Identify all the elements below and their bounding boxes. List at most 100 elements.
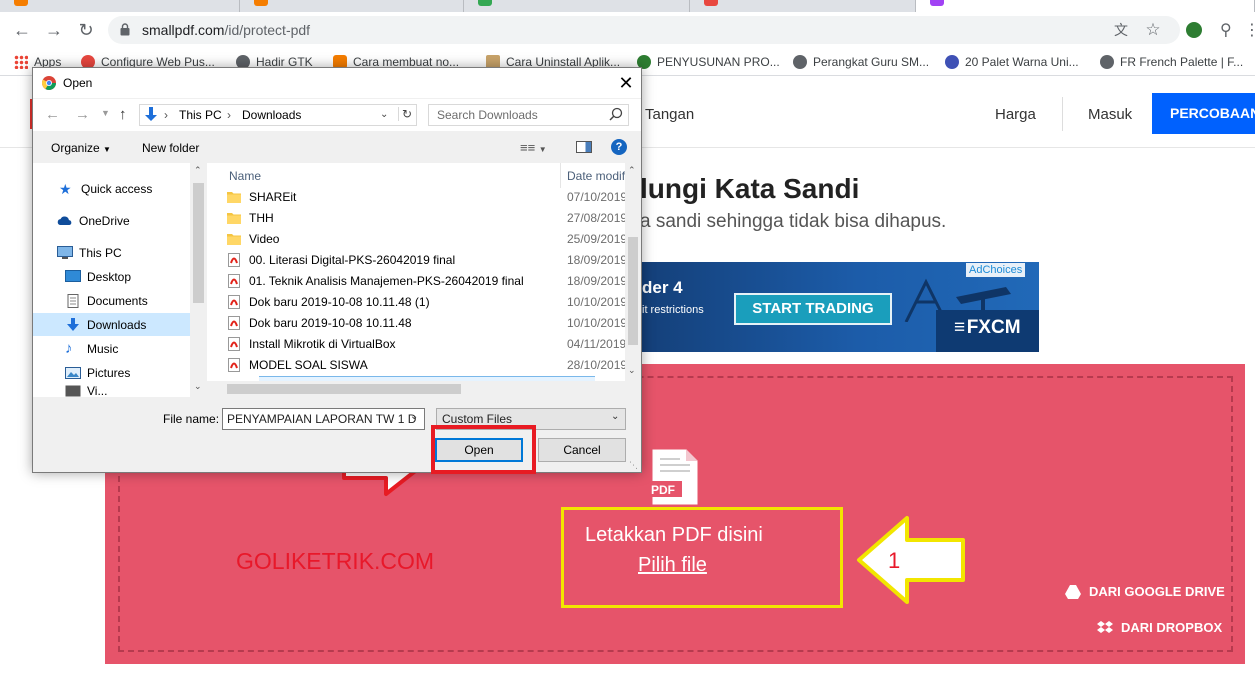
help-icon[interactable]: ? — [611, 139, 627, 155]
bookmark-item[interactable]: Perangkat Guru SM... — [793, 54, 929, 70]
trial-button[interactable]: PERCOBAAN G — [1152, 93, 1255, 134]
google-drive-button[interactable]: DARI GOOGLE DRIVE — [1065, 584, 1225, 599]
browser-tab[interactable] — [464, 0, 690, 12]
file-row[interactable]: 01. Teknik Analisis Manajemen-PKS-260420… — [227, 271, 627, 292]
file-row[interactable]: Video 25/09/2019 — [227, 229, 627, 250]
file-date: 10/10/2019 — [567, 295, 628, 309]
nav-link-harga[interactable]: Harga — [995, 106, 1036, 123]
bookmark-star-icon[interactable]: ☆ — [1144, 21, 1162, 39]
file-date: 04/11/2019 — [567, 337, 627, 351]
address-bar[interactable]: smallpdf.com/id/protect-pdf 文 ☆ — [108, 16, 1180, 44]
nav-scrollbar-thumb[interactable] — [193, 183, 204, 303]
adchoices-link[interactable]: AdChoices — [966, 263, 1026, 277]
file-row[interactable]: Dok baru 2019-10-08 10.11.48 (1) 10/10/2… — [227, 292, 627, 313]
folder-icon — [227, 234, 241, 245]
scroll-down-icon[interactable]: ⌄ — [628, 365, 636, 376]
nav-scrollbar[interactable]: ⌃ ⌄ — [190, 163, 207, 397]
google-drive-icon — [1065, 584, 1081, 599]
breadcrumb-this-pc[interactable]: This PC — [179, 108, 222, 122]
refresh-icon[interactable]: ↻ — [398, 107, 412, 121]
download-icon — [145, 107, 157, 121]
close-icon[interactable]: ✕ — [615, 72, 637, 94]
vertical-scrollbar-thumb[interactable] — [628, 237, 638, 345]
browser-tab-active[interactable] — [916, 0, 1255, 12]
dialog-address-row: ← → ▼ ↑ › This PC › Downloads ⌄ ↻ Search… — [33, 99, 641, 131]
nav-item-label: Music — [87, 341, 119, 356]
file-list-horizontal-scrollbar[interactable] — [207, 381, 641, 397]
nav-item-documents[interactable]: Documents — [33, 289, 190, 312]
nav-item-videos[interactable]: Vi... — [33, 385, 190, 397]
path-breadcrumb[interactable]: › This PC › Downloads ⌄ ↻ — [139, 104, 417, 126]
organize-menu[interactable]: Organize ▼ — [51, 141, 111, 155]
file-type-value: Custom Files — [442, 412, 513, 426]
nav-item-music[interactable]: ♪ Music — [33, 337, 190, 360]
file-row[interactable]: Install Mikrotik di VirtualBox 04/11/201… — [227, 334, 627, 355]
forward-arrow-icon[interactable]: → — [75, 106, 90, 123]
horizontal-scrollbar-thumb[interactable] — [227, 384, 461, 394]
ad-banner[interactable]: der 4 it restrictions START TRADING AdCh… — [636, 262, 1039, 352]
scroll-up-icon[interactable]: ⌃ — [194, 165, 202, 176]
back-arrow-icon[interactable]: ← — [45, 106, 60, 123]
browser-tab[interactable] — [240, 0, 464, 12]
nav-link-tangan[interactable]: Tangan — [645, 106, 694, 123]
download-icon — [67, 317, 79, 331]
file-row[interactable]: SHAREit 07/10/2019 — [227, 187, 627, 208]
menu-dots-icon[interactable]: ⋮ — [1244, 20, 1255, 40]
view-options-icon[interactable]: ≡≡ ▼ — [520, 140, 547, 155]
start-trading-button[interactable]: START TRADING — [734, 293, 892, 325]
pdf-file-icon — [650, 448, 699, 506]
chevron-down-icon[interactable]: ⌄ — [380, 109, 388, 120]
open-file-dialog: Open ✕ ← → ▼ ↑ › This PC › Downloads ⌄ ↻… — [32, 67, 642, 473]
scroll-up-icon[interactable]: ⌃ — [628, 165, 636, 176]
file-date: 27/08/2019 — [567, 211, 628, 225]
column-header-name[interactable]: Name — [229, 169, 261, 183]
dropbox-button[interactable]: DARI DROPBOX — [1097, 620, 1222, 635]
nav-link-masuk[interactable]: Masuk — [1088, 106, 1132, 123]
favicon-icon — [945, 55, 959, 69]
column-header-date[interactable]: Date modif — [567, 169, 625, 183]
file-list-vertical-scrollbar[interactable]: ⌃ ⌄ — [625, 163, 641, 381]
file-row[interactable]: MODEL SOAL SISWA 28/10/2019 — [227, 355, 627, 376]
nav-item-label: This PC — [79, 245, 122, 260]
cancel-button[interactable]: Cancel — [538, 438, 626, 462]
videos-icon — [65, 385, 81, 397]
reload-icon[interactable]: ↻ — [74, 18, 98, 42]
back-arrow-icon[interactable]: ← — [10, 18, 34, 42]
chevron-down-icon[interactable]: ⌄ — [611, 411, 619, 422]
nav-item-quick-access[interactable]: ★ Quick access — [33, 177, 190, 200]
file-name: Install Mikrotik di VirtualBox — [249, 337, 396, 351]
nav-item-this-pc[interactable]: This PC — [33, 241, 190, 264]
bookmark-item[interactable]: 20 Palet Warna Uni... — [945, 54, 1079, 70]
search-icon — [609, 107, 623, 121]
bookmark-label: PENYUSUNAN PRO... — [657, 55, 780, 69]
url-text[interactable]: smallpdf.com/id/protect-pdf — [142, 22, 310, 38]
nav-item-desktop[interactable]: Desktop — [33, 265, 190, 288]
nav-item-downloads[interactable]: Downloads — [33, 313, 190, 336]
file-name: Dok baru 2019-10-08 10.11.48 — [249, 316, 412, 330]
breadcrumb-downloads[interactable]: Downloads — [242, 108, 301, 122]
chevron-down-icon[interactable]: ▼ — [101, 108, 110, 118]
file-name-input[interactable]: PENYAMPAIAN LAPORAN TW 1 D — [222, 408, 425, 430]
resize-grip-icon[interactable]: ⋱ — [629, 460, 638, 471]
chevron-down-icon[interactable]: ⌄ — [410, 411, 418, 422]
up-arrow-icon[interactable]: ↑ — [119, 106, 127, 123]
bookmark-item[interactable]: FR French Palette | F... — [1100, 54, 1243, 70]
nav-item-pictures[interactable]: Pictures — [33, 361, 190, 384]
scroll-down-icon[interactable]: ⌄ — [194, 381, 202, 392]
browser-tab[interactable] — [0, 0, 240, 12]
location-pin-icon[interactable]: ⚲ — [1220, 20, 1232, 40]
extension-icon[interactable] — [1186, 22, 1202, 38]
file-row[interactable]: 00. Literasi Digital-PKS-26042019 final … — [227, 250, 627, 271]
file-row[interactable]: THH 27/08/2019 — [227, 208, 627, 229]
forward-arrow-icon[interactable]: → — [42, 18, 66, 42]
browser-tab[interactable] — [690, 0, 916, 12]
bookmark-item[interactable]: PENYUSUNAN PRO... — [637, 54, 780, 70]
new-folder-button[interactable]: New folder — [142, 141, 199, 155]
lock-icon — [120, 23, 130, 36]
nav-item-onedrive[interactable]: OneDrive — [33, 209, 190, 232]
search-input[interactable]: Search Downloads — [428, 104, 629, 126]
nav-item-label: Quick access — [81, 181, 153, 196]
file-row[interactable]: Dok baru 2019-10-08 10.11.48 10/10/2019 — [227, 313, 627, 334]
translate-icon[interactable]: 文 — [1112, 21, 1130, 39]
preview-pane-icon[interactable] — [576, 141, 592, 153]
